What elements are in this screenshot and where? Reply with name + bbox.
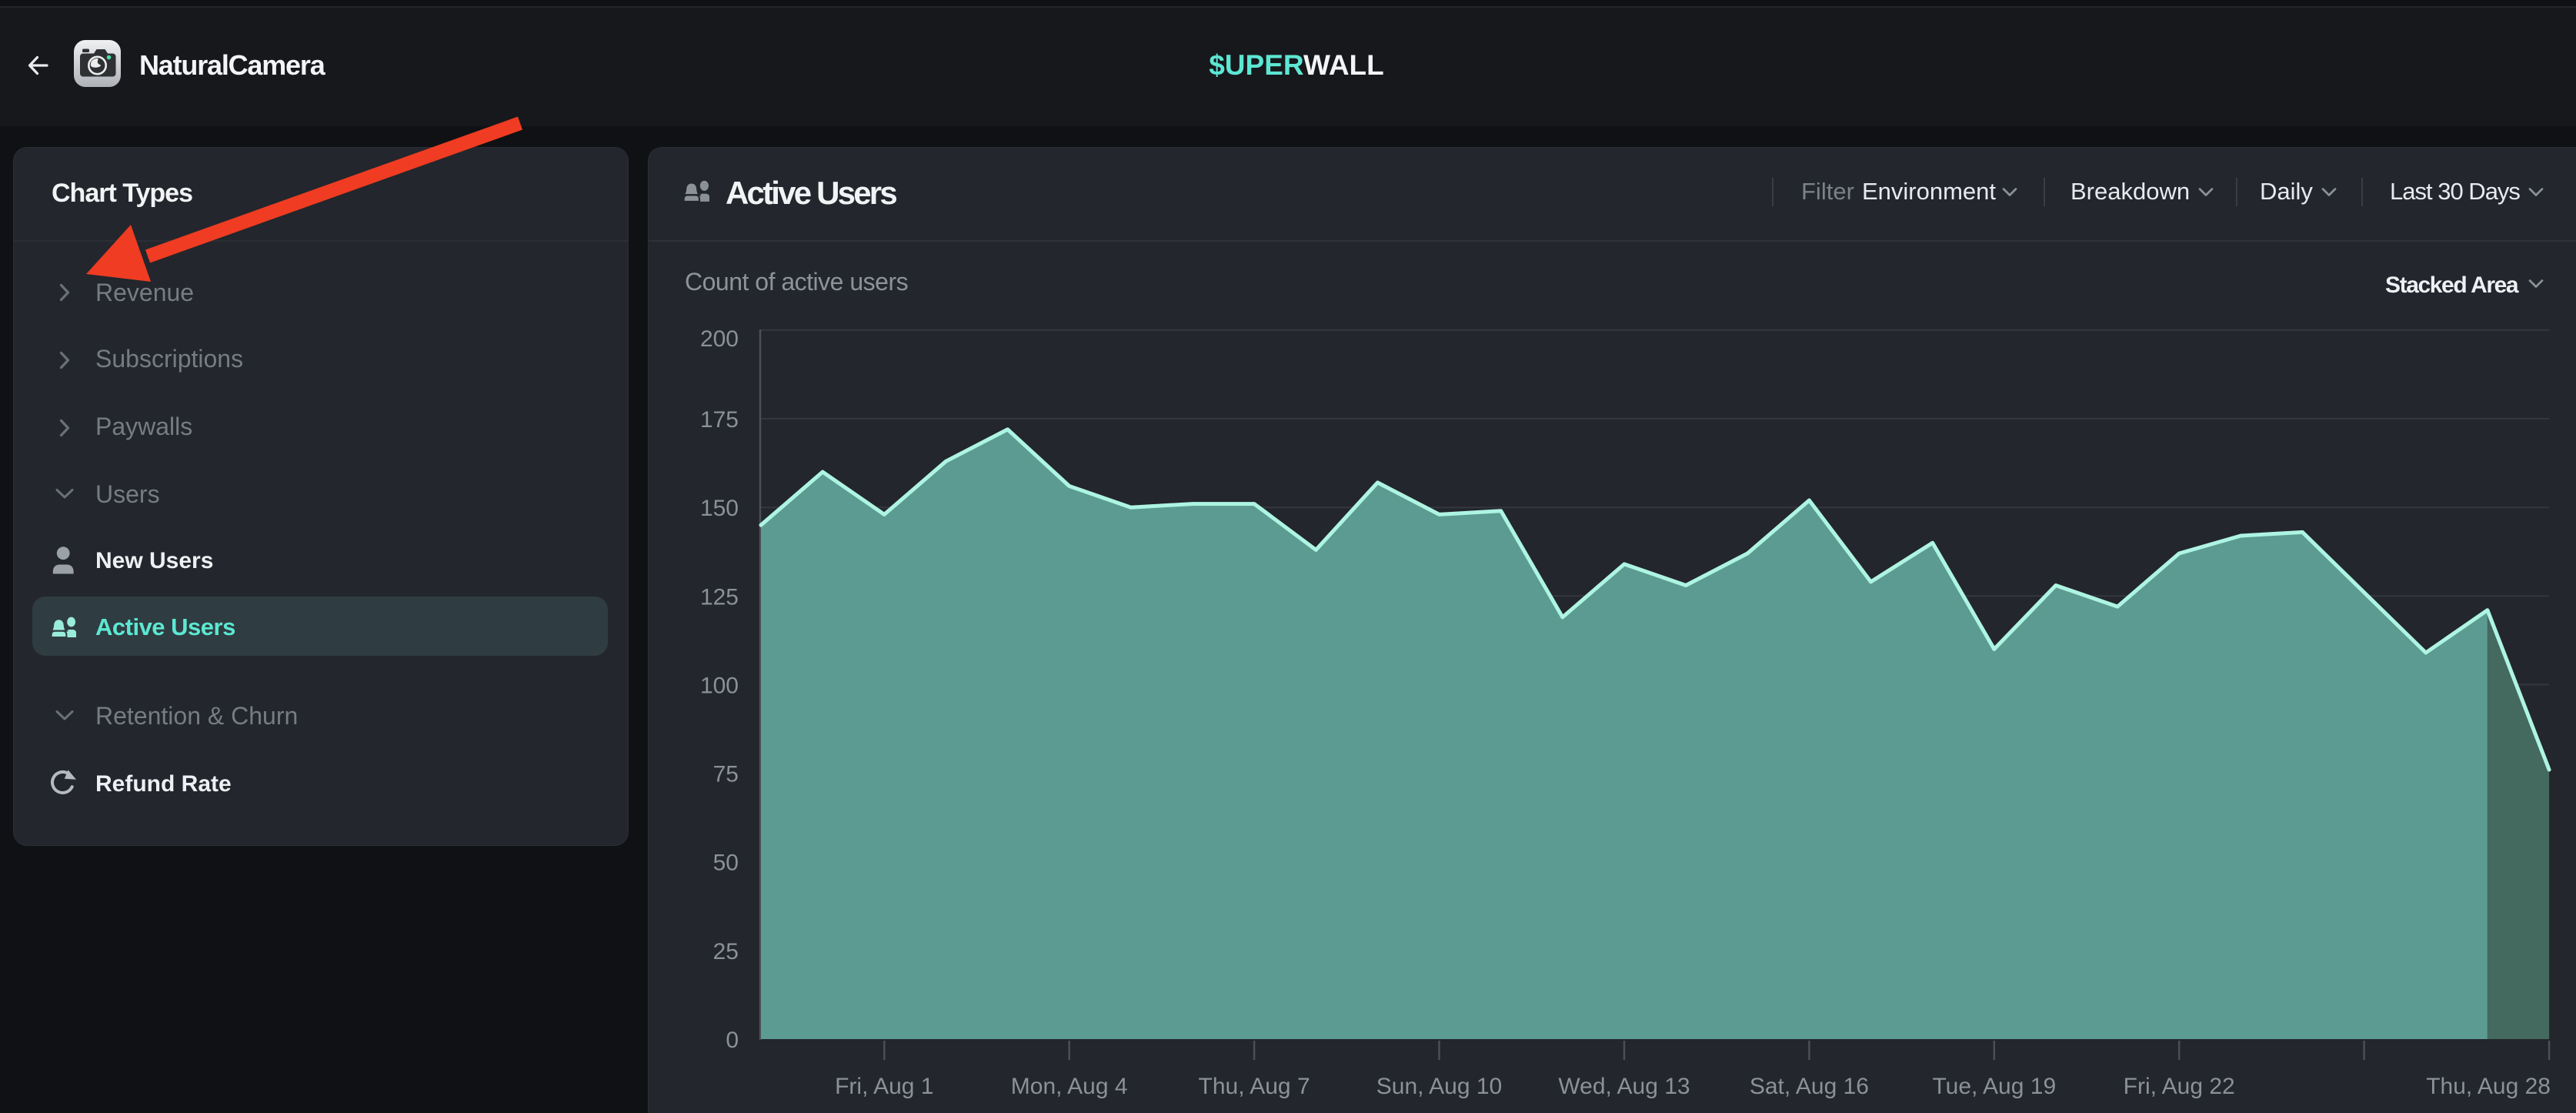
svg-text:25: 25: [713, 939, 739, 964]
svg-text:Sun, Aug 10: Sun, Aug 10: [1376, 1074, 1502, 1099]
svg-text:Sat, Aug 16: Sat, Aug 16: [1750, 1074, 1869, 1099]
svg-text:Mon, Aug 4: Mon, Aug 4: [1011, 1074, 1128, 1099]
svg-text:125: 125: [700, 584, 739, 610]
svg-text:75: 75: [713, 762, 739, 787]
svg-text:175: 175: [700, 407, 739, 433]
svg-text:Wed, Aug 13: Wed, Aug 13: [1558, 1074, 1690, 1099]
svg-text:200: 200: [700, 326, 739, 352]
svg-text:50: 50: [713, 851, 739, 876]
svg-text:100: 100: [700, 673, 739, 698]
svg-text:Tue, Aug 19: Tue, Aug 19: [1932, 1074, 2056, 1099]
svg-text:Thu, Aug 7: Thu, Aug 7: [1199, 1074, 1310, 1099]
svg-text:Fri, Aug 22: Fri, Aug 22: [2124, 1074, 2235, 1099]
svg-text:0: 0: [726, 1028, 739, 1053]
svg-text:Thu, Aug 28: Thu, Aug 28: [2426, 1074, 2551, 1099]
svg-text:150: 150: [700, 496, 739, 521]
svg-text:Fri, Aug 1: Fri, Aug 1: [835, 1074, 933, 1099]
